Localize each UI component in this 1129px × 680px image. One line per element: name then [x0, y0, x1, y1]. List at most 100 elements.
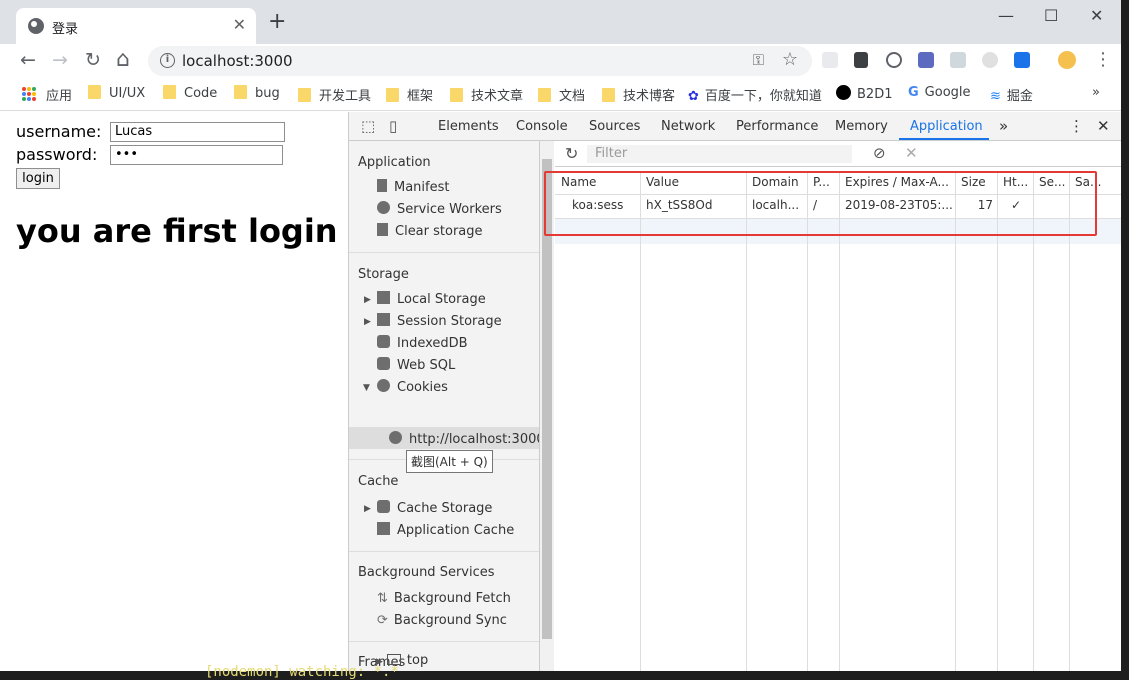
- sidebar-item-background-fetch[interactable]: ⇅ Background Fetch: [377, 591, 511, 606]
- tab-network[interactable]: Network: [661, 119, 715, 134]
- sidebar-item-manifest[interactable]: Manifest: [377, 179, 449, 195]
- sidebar-item-cookies[interactable]: Cookies: [377, 379, 448, 395]
- browser-tab[interactable]: 登录 ✕: [16, 8, 256, 44]
- bookmark-juejin[interactable]: ≋ 掘金: [990, 85, 1033, 104]
- sidebar-item-local-storage[interactable]: Local Storage: [377, 291, 486, 307]
- column-divider: [997, 171, 998, 671]
- sidebar-item-cookie-origin[interactable]: http://localhost:3000: [389, 431, 539, 447]
- forward-icon[interactable]: →: [52, 49, 68, 71]
- extension-icon[interactable]: [950, 52, 966, 68]
- fetch-arrows-icon: ⇅: [377, 591, 388, 606]
- tab-console[interactable]: Console: [516, 119, 568, 134]
- bookmark-folder[interactable]: bug: [234, 85, 280, 101]
- sync-icon: ⟳: [377, 613, 388, 628]
- bookmark-folder[interactable]: 文档: [538, 85, 585, 104]
- browser-window: 登录 ✕ + — ☐ ✕ ← → ↻ ⌂ i localhost:3000 ⚿ …: [0, 0, 1121, 671]
- bookmark-github[interactable]: B2D1: [836, 85, 892, 102]
- bookmark-folder[interactable]: 开发工具: [298, 85, 371, 104]
- devtools-menu-icon[interactable]: ⋮: [1069, 117, 1084, 135]
- star-icon[interactable]: ☆: [782, 49, 798, 70]
- tab-elements[interactable]: Elements: [438, 119, 499, 134]
- sidebar-item-label: Local Storage: [397, 292, 486, 307]
- file-icon: [377, 179, 387, 192]
- bookmark-google[interactable]: G Google: [908, 85, 971, 100]
- clear-all-icon[interactable]: ⊘: [873, 144, 886, 162]
- menu-icon[interactable]: ⋮: [1094, 49, 1112, 71]
- sidebar-header-cache: Cache: [358, 474, 399, 489]
- sidebar-item-clear-storage[interactable]: Clear storage: [377, 223, 483, 239]
- sidebar-item-indexeddb[interactable]: IndexedDB: [377, 335, 468, 351]
- extension-icon[interactable]: [982, 52, 998, 68]
- google-icon: G: [908, 85, 919, 100]
- folder-icon: [538, 88, 551, 102]
- minimize-button[interactable]: —: [998, 6, 1014, 25]
- tab-strip: 登录 ✕ + — ☐ ✕: [0, 0, 1121, 44]
- bookmarks-more-icon[interactable]: »: [1092, 85, 1100, 100]
- expand-arrow-icon[interactable]: ▶: [364, 317, 371, 327]
- expand-arrow-icon[interactable]: ▶: [364, 504, 371, 514]
- bookmark-folder[interactable]: Code: [163, 85, 217, 101]
- home-icon[interactable]: ⌂: [116, 49, 130, 71]
- login-button[interactable]: login: [16, 168, 60, 189]
- folder-icon: [298, 88, 311, 102]
- column-divider: [807, 171, 808, 671]
- apps-icon[interactable]: [22, 87, 36, 101]
- column-divider: [746, 171, 747, 671]
- bookmark-apps[interactable]: 应用: [46, 85, 72, 104]
- bookmark-baidu[interactable]: ✿ 百度一下，你就知道: [688, 85, 822, 104]
- close-window-button[interactable]: ✕: [1090, 6, 1103, 25]
- sidebar-item-session-storage[interactable]: Session Storage: [377, 313, 502, 329]
- extension-icon[interactable]: [822, 52, 838, 68]
- extension-icon[interactable]: [886, 52, 902, 68]
- address-bar[interactable]: i localhost:3000 ⚿ ☆: [148, 46, 812, 76]
- column-divider: [640, 171, 641, 671]
- tab-application[interactable]: Application: [910, 119, 983, 134]
- more-tabs-icon[interactable]: »: [999, 117, 1008, 135]
- filter-input[interactable]: Filter: [587, 145, 852, 163]
- tab-performance[interactable]: Performance: [736, 119, 818, 134]
- key-icon[interactable]: ⚿: [753, 51, 764, 69]
- device-toolbar-icon[interactable]: ▯: [389, 117, 397, 135]
- sidebar-item-web-sql[interactable]: Web SQL: [377, 357, 455, 373]
- collapse-arrow-icon[interactable]: ▼: [363, 383, 370, 393]
- sidebar-item-label: Background Sync: [393, 613, 507, 628]
- sidebar-item-label: top: [406, 653, 429, 668]
- sidebar-header-storage: Storage: [358, 267, 409, 282]
- tab-sources[interactable]: Sources: [589, 119, 640, 134]
- password-field[interactable]: •••: [110, 145, 283, 165]
- bookmarks-bar: 应用 UI/UX Code bug 开发工具 框架 技术文章 文档 技术博客 ✿…: [0, 78, 1121, 111]
- bookmark-folder[interactable]: UI/UX: [88, 85, 145, 101]
- sidebar-item-cache-storage[interactable]: Cache Storage: [377, 500, 492, 516]
- devtools-close-icon[interactable]: ✕: [1097, 117, 1110, 135]
- url-text: localhost:3000: [182, 52, 293, 70]
- tab-memory[interactable]: Memory: [835, 119, 888, 134]
- browser-toolbar: ← → ↻ ⌂ i localhost:3000 ⚿ ☆ ⋮: [0, 44, 1121, 78]
- tab-close-icon[interactable]: ✕: [233, 15, 246, 34]
- sidebar-item-application-cache[interactable]: Application Cache: [377, 522, 514, 538]
- sidebar-item-service-workers[interactable]: Service Workers: [377, 201, 502, 217]
- new-tab-button[interactable]: +: [268, 11, 286, 33]
- info-icon[interactable]: i: [160, 53, 175, 68]
- username-field[interactable]: Lucas: [110, 122, 285, 142]
- password-label: password:: [16, 145, 98, 164]
- bookmark-label: Google: [924, 85, 971, 100]
- maximize-button[interactable]: ☐: [1044, 6, 1058, 25]
- sidebar-item-label: Application Cache: [397, 523, 515, 538]
- delete-selected-icon[interactable]: ✕: [905, 144, 918, 162]
- back-icon[interactable]: ←: [20, 49, 36, 71]
- inspect-element-icon[interactable]: ⬚: [361, 117, 375, 135]
- sidebar-item-label: Cookies: [397, 380, 448, 395]
- folder-icon: [234, 85, 247, 99]
- refresh-icon[interactable]: ↻: [565, 144, 578, 163]
- bookmark-folder[interactable]: 框架: [386, 85, 433, 104]
- bookmark-folder[interactable]: 技术博客: [602, 85, 675, 104]
- expand-arrow-icon[interactable]: ▶: [364, 295, 371, 305]
- reload-icon[interactable]: ↻: [85, 49, 101, 71]
- extension-icon[interactable]: [1014, 52, 1030, 68]
- sidebar-item-background-sync[interactable]: ⟳ Background Sync: [377, 613, 507, 628]
- bookmark-folder[interactable]: 技术文章: [450, 85, 523, 104]
- extension-icon[interactable]: [918, 52, 934, 68]
- bookmark-label: B2D1: [857, 87, 893, 102]
- extension-icon[interactable]: [854, 52, 868, 68]
- avatar[interactable]: [1058, 51, 1076, 69]
